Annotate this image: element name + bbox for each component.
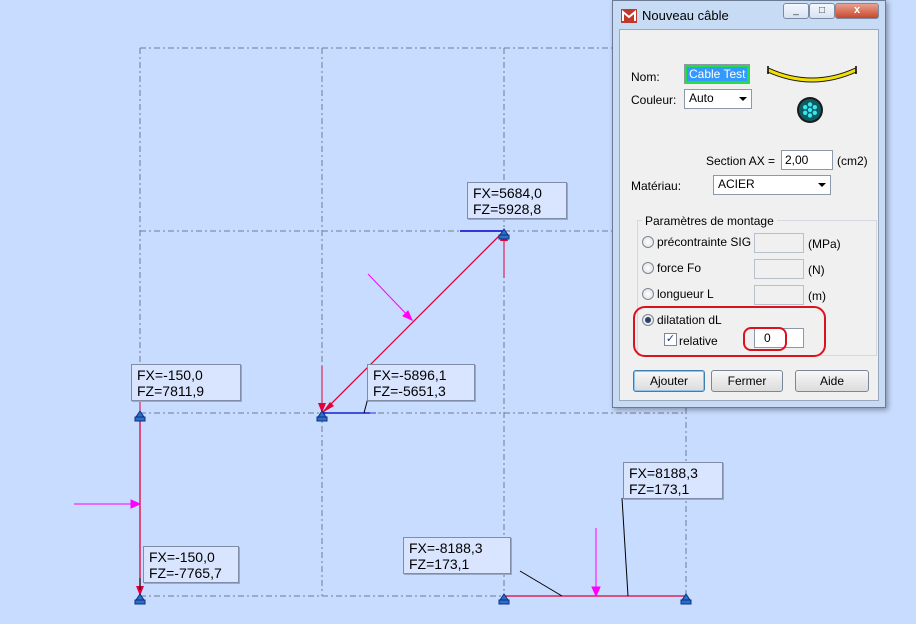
fz-value: FZ=173,1 — [409, 556, 470, 572]
minimize-button[interactable]: _ — [783, 3, 809, 19]
couleur-value: Auto — [689, 91, 714, 105]
chevron-down-icon — [739, 97, 747, 101]
fz-value: FZ=-7765,7 — [149, 565, 222, 581]
longueur-radio[interactable] — [642, 288, 654, 300]
aide-button[interactable]: Aide — [795, 370, 869, 392]
force-label[interactable]: FX=8188,3 FZ=173,1 — [623, 462, 723, 499]
precontrainte-field — [754, 233, 804, 253]
section-value: 2,00 — [785, 153, 809, 167]
dialog-title: Nouveau câble — [642, 8, 729, 23]
fx-value: FX=-5896,1 — [373, 367, 447, 383]
materiau-value: ACIER — [718, 177, 755, 191]
maximize-button[interactable]: □ — [809, 3, 835, 19]
new-cable-dialog[interactable]: Nouveau câble _ □ x Nom: Cable Test Coul… — [612, 0, 886, 408]
nom-label: Nom: — [631, 70, 660, 84]
section-field[interactable]: 2,00 — [781, 150, 833, 170]
materiau-label: Matériau: — [631, 179, 682, 193]
force-field — [754, 259, 804, 279]
dialog-titlebar[interactable]: Nouveau câble _ □ x — [613, 1, 885, 29]
longueur-label: longueur L — [657, 287, 714, 301]
longueur-field — [754, 285, 804, 305]
couleur-select[interactable]: Auto — [684, 89, 752, 109]
precontrainte-label: précontrainte SIG — [657, 235, 752, 249]
ajouter-button[interactable]: Ajouter — [633, 370, 705, 392]
force-unit: (N) — [808, 263, 825, 277]
force-label[interactable]: FX=-150,0 FZ=7811,9 — [131, 364, 241, 401]
chevron-down-icon — [818, 183, 826, 187]
highlight-dilatation-group — [633, 306, 826, 357]
longueur-unit: (m) — [808, 289, 826, 303]
close-icon: x — [853, 4, 861, 16]
force-label[interactable]: FX=-5896,1 FZ=-5651,3 — [367, 364, 475, 401]
section-label: Section AX = — [706, 154, 776, 168]
precontrainte-radio[interactable] — [642, 236, 654, 248]
precontrainte-unit: (MPa) — [808, 237, 841, 251]
app-logo-icon — [621, 9, 637, 23]
highlight-dilatation-value — [743, 327, 787, 351]
fx-value: FX=8188,3 — [629, 465, 698, 481]
cable-section-icon — [797, 97, 823, 123]
minimize-icon: _ — [793, 5, 799, 16]
nom-field[interactable]: Cable Test — [684, 64, 750, 84]
fz-value: FZ=5928,8 — [473, 201, 542, 217]
fx-value: FX=-150,0 — [149, 549, 215, 565]
force-label[interactable]: FX=-150,0 FZ=-7765,7 — [143, 546, 239, 583]
couleur-label: Couleur: — [631, 93, 677, 107]
section-unit: (cm2) — [837, 154, 868, 168]
nom-value: Cable Test — [684, 65, 750, 83]
close-button[interactable]: x — [835, 3, 879, 19]
fx-value: FX=-8188,3 — [409, 540, 483, 556]
fz-value: FZ=173,1 — [629, 481, 690, 497]
force-label[interactable]: FX=-8188,3 FZ=173,1 — [403, 537, 511, 574]
force-label: force Fo — [657, 261, 702, 275]
force-radio[interactable] — [642, 262, 654, 274]
mounting-params-title: Paramètres de montage — [642, 214, 777, 228]
materiau-select[interactable]: ACIER — [713, 175, 831, 195]
cable-preview-icon — [766, 66, 858, 83]
fz-value: FZ=-5651,3 — [373, 383, 446, 399]
fz-value: FZ=7811,9 — [137, 383, 205, 399]
maximize-icon: □ — [818, 5, 826, 16]
force-label[interactable]: FX=5684,0 FZ=5928,8 — [467, 182, 567, 219]
fermer-button[interactable]: Fermer — [711, 370, 783, 392]
fx-value: FX=-150,0 — [137, 367, 203, 383]
fx-value: FX=5684,0 — [473, 185, 542, 201]
dialog-content: Nom: Cable Test Couleur: Auto Section AX… — [619, 29, 879, 401]
